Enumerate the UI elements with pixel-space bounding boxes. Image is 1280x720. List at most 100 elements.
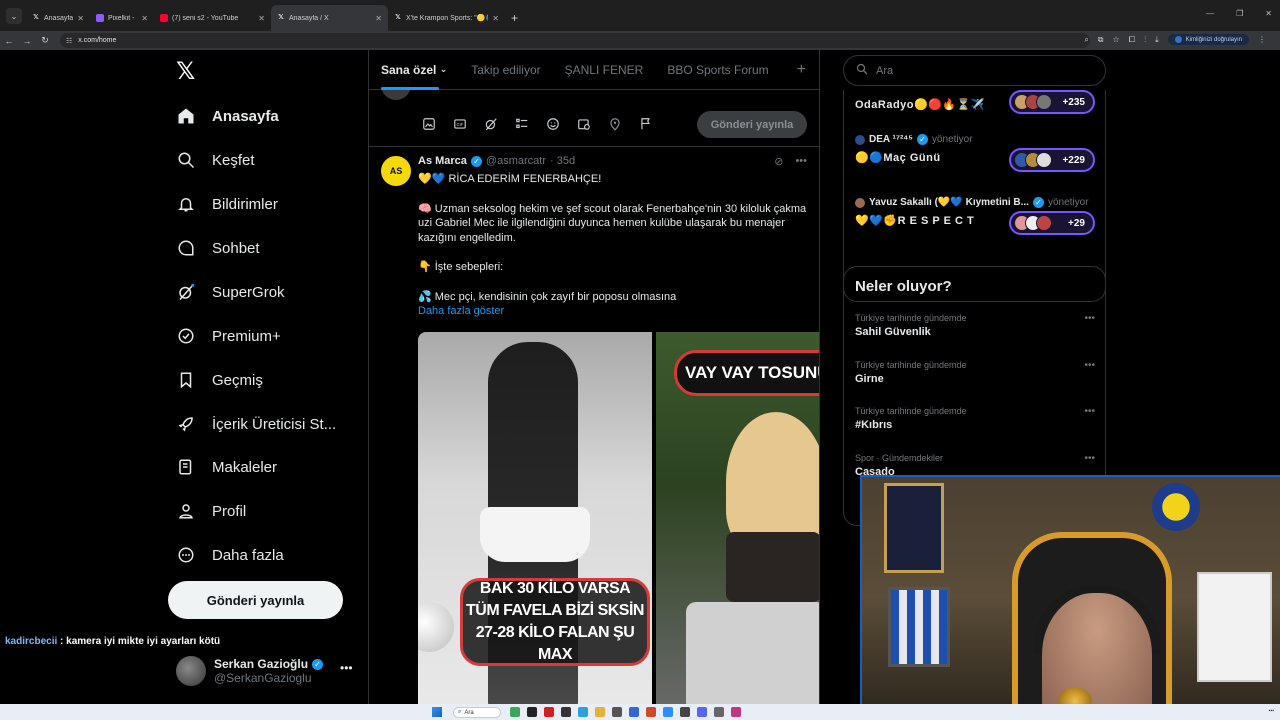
tweet-avatar[interactable]: AS [381,156,411,186]
tweet-time[interactable]: · 35d [550,155,575,167]
more-dots-icon[interactable]: ••• [1084,313,1095,324]
x-icon: 𝕏 [278,14,284,21]
app-icon[interactable] [646,707,656,717]
menu-icon[interactable]: ⋮ [1258,35,1266,44]
app-icon[interactable] [731,707,741,717]
rocket-icon [176,414,196,434]
new-tab-icon[interactable]: + [511,11,518,25]
nav-item-home[interactable]: Anasayfa [176,104,279,128]
nav-item-articles[interactable]: Makaleler [176,455,277,479]
tab-list-sanli-fener[interactable]: ŞANLI FENER [565,50,644,90]
site-info-icon[interactable]: ☷ [66,37,72,45]
space-listeners[interactable]: +29 [1009,211,1095,235]
app-icon[interactable] [527,707,537,717]
compose-post-button[interactable]: Gönderi yayınla [697,111,807,138]
trend-item[interactable]: Türkiye tarihinde gündemde Sahil Güvenli… [855,313,1095,338]
close-window-icon[interactable]: ✕ [1265,9,1272,18]
system-clock[interactable]: ▪▪▪ [1269,708,1274,714]
minimize-icon[interactable]: — [1206,9,1214,18]
tab-search-icon[interactable]: ⫶ [1144,35,1146,45]
windows-start-icon[interactable] [432,707,442,717]
nav-item-bookmarks[interactable]: Geçmiş [176,368,263,392]
app-icon[interactable] [680,707,690,717]
reload-icon[interactable]: ↻ [36,35,54,46]
tweet-author-name[interactable]: As Marca [418,155,467,167]
widgets-icon[interactable] [510,707,520,717]
image-ball [418,602,454,652]
show-more-link[interactable]: Daha fazla göster [418,304,810,319]
browser-tab[interactable]: 𝕏 X'te Krampon Sports: "🟡🔵 A ✕ [388,5,505,31]
app-icon[interactable] [629,707,639,717]
more-dots-icon[interactable]: ••• [1084,360,1095,371]
emoji-icon[interactable] [543,114,563,134]
downloads-icon[interactable]: ⤓ [1155,35,1159,45]
nav-item-chat[interactable]: Sohbet [176,236,260,260]
close-tab-icon[interactable]: ✕ [375,14,382,23]
tweet-image[interactable]: VAY VAY TOSUNUM [656,332,819,704]
space-item[interactable]: OdaRadyo🟡🔴🔥⏳✈️ +235 [855,90,1095,114]
tab-list-bbo[interactable]: BBO Sports Forum [667,50,768,90]
close-tab-icon[interactable]: ✕ [141,14,148,23]
account-switcher[interactable]: Serkan Gazioğlu ✓ @SerkanGazioglu ••• [176,653,366,689]
app-icon[interactable] [697,707,707,717]
telegram-icon[interactable] [578,707,588,717]
poll-icon[interactable] [512,114,532,134]
location-icon[interactable] [605,114,625,134]
nav-item-supergrok[interactable]: SuperGrok [176,280,285,304]
trend-item[interactable]: Türkiye tarihinde gündemde Girne ••• [855,360,1095,385]
x-logo-icon[interactable]: 𝕏 [176,57,195,86]
app-icon[interactable] [714,707,724,717]
close-tab-icon[interactable]: ✕ [258,14,265,23]
browser-tab[interactable]: Pixelkit - ✕ [90,5,154,31]
url-field[interactable]: ☷ x.com/home [60,33,1090,48]
space-listeners[interactable]: +229 [1009,148,1095,172]
nav-item-notifications[interactable]: Bildirimler [176,192,278,216]
app-icon[interactable] [544,707,554,717]
extensions-icon[interactable]: ⧠ [1129,35,1135,45]
schedule-icon[interactable] [574,114,594,134]
bookmark-star-icon[interactable]: ☆ [1113,35,1120,44]
gif-icon[interactable]: GIF [450,114,470,134]
restore-icon[interactable]: ❐ [1236,9,1243,18]
search-input[interactable]: Ara [843,55,1106,86]
space-listeners[interactable]: +235 [1009,90,1095,114]
post-button[interactable]: Gönderi yayınla [168,581,343,619]
nav-item-premium[interactable]: Premium+ [176,324,281,348]
space-item[interactable]: Yavuz Sakallı (💛💙 Kıymetini B... ✓ yönetiy… [855,197,1095,235]
browser-tab[interactable]: 𝕏 Anasayfa ✕ [26,5,90,31]
close-tab-icon[interactable]: ✕ [77,14,84,23]
nav-item-more[interactable]: Daha fazla [176,543,284,567]
more-dots-icon[interactable]: ••• [795,155,807,168]
back-icon[interactable]: ← [0,36,18,46]
space-item[interactable]: DEA ¹⁷²⁴⁵ ✓ yönetiyor 🟡🔵Maç Günü +229 [855,134,1095,172]
nav-item-profile[interactable]: Profil [176,499,246,523]
flag-icon[interactable] [636,114,656,134]
tweet-author-handle[interactable]: @asmarcatr [486,155,546,167]
close-tab-icon[interactable]: ✕ [492,14,499,23]
tab-following[interactable]: Takip ediliyor [471,50,540,90]
taskbar-search[interactable]: ⌕ Ara [453,707,501,718]
nav-item-explore[interactable]: Keşfet [176,148,255,172]
zoom-icon[interactable]: ⌕ [1084,35,1088,45]
browser-tab-active[interactable]: 𝕏 Anasayfa / X ✕ [271,5,388,31]
add-tab-icon[interactable]: + [797,61,806,79]
tweet-image[interactable]: BAK 30 KİLO VARSA TÜM FAVELA BİZİ SKSİN … [418,332,652,704]
more-dots-icon[interactable]: ••• [340,661,353,675]
forward-icon[interactable]: → [18,36,36,46]
trend-item[interactable]: Türkiye tarihinde gündemde #Kıbrıs ••• [855,406,1095,431]
nav-item-creator-studio[interactable]: İçerik Üreticisi St... [176,412,336,436]
app-icon[interactable] [663,707,673,717]
more-dots-icon[interactable]: ••• [1084,406,1095,417]
more-dots-icon[interactable]: ••• [1084,453,1095,464]
browser-tab[interactable]: (7) seni s2 - YouTube ✕ [154,5,271,31]
chrome-icon[interactable] [595,707,605,717]
tab-search-icon[interactable]: ⌄ [6,8,22,24]
grok-icon[interactable] [481,114,501,134]
app-icon[interactable] [612,707,622,717]
app-icon[interactable] [561,707,571,717]
tab-for-you[interactable]: Sana özel ⌄ [381,50,447,90]
install-icon[interactable]: ⧉ [1098,35,1104,45]
image-icon[interactable] [419,114,439,134]
identity-chip[interactable]: Kimliğinizi doğrulayın [1167,34,1249,45]
grok-icon[interactable]: ⊘ [774,155,783,168]
